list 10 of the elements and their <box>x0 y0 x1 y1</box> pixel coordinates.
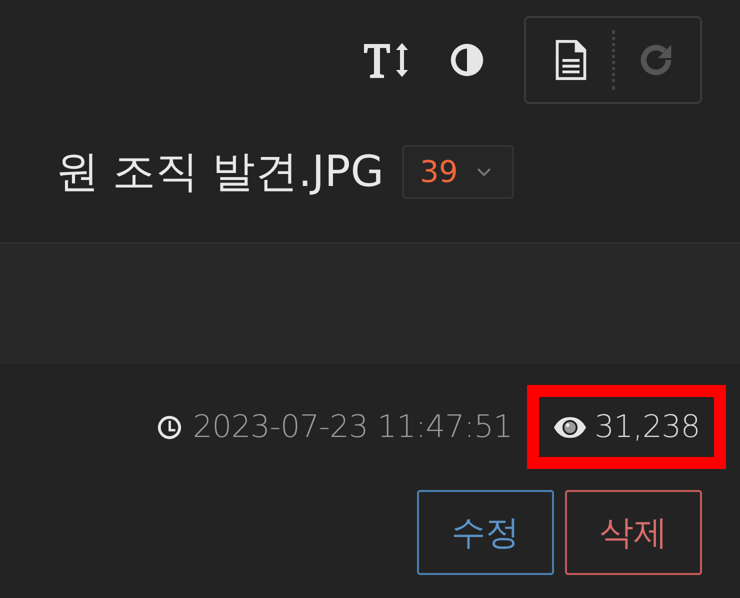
delete-button[interactable]: 삭제 <box>565 490 702 575</box>
chevron-down-icon <box>476 167 492 177</box>
clock-icon <box>156 414 183 440</box>
eye-icon <box>552 416 587 438</box>
contrast-icon[interactable] <box>448 41 486 79</box>
view-count: 31,238 <box>594 409 700 445</box>
post-date: 2023-07-23 11:47:51 <box>192 409 513 445</box>
comment-count-dropdown[interactable]: 39 <box>402 145 514 199</box>
post-title: 원 조직 발견.JPG <box>56 146 384 199</box>
edit-button[interactable]: 수정 <box>417 490 554 575</box>
